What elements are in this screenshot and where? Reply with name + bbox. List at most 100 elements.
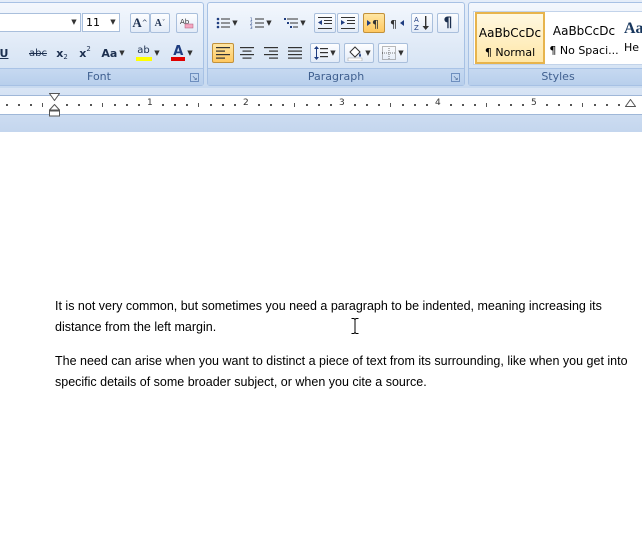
clear-formatting-button[interactable]: Ab [176, 13, 198, 33]
ruler-dot [258, 104, 260, 106]
align-right-button[interactable] [260, 43, 282, 63]
justify-button[interactable] [284, 43, 306, 63]
ruler-dot [366, 104, 368, 106]
paragraph-2[interactable]: The need can arise when you want to dist… [55, 351, 635, 393]
style-normal[interactable]: AaBbCcDc ¶ Normal [475, 12, 545, 64]
ruler-dot [558, 104, 560, 106]
borders-button[interactable]: ▼ [378, 43, 408, 63]
chevron-down-icon: ▼ [119, 49, 125, 57]
style-name: ¶ Normal [484, 46, 536, 59]
right-indent-marker-icon[interactable] [625, 99, 636, 107]
superscript-button[interactable]: x2 [75, 43, 95, 63]
align-center-button[interactable] [236, 43, 258, 63]
style-sample: AaBbCcDc [552, 24, 616, 38]
grow-font-button[interactable]: A ^ [130, 13, 150, 33]
horizontal-ruler: 1 2 3 4 5 [0, 88, 642, 132]
ruler-dot [330, 104, 332, 106]
styles-group-label: Styles [469, 68, 642, 85]
ruler-strip[interactable]: 1 2 3 4 5 [0, 95, 642, 115]
chevron-down-icon[interactable]: ▼ [68, 14, 80, 31]
increase-indent-button[interactable] [337, 13, 359, 33]
first-line-indent-marker-icon[interactable] [49, 93, 60, 101]
decrease-indent-button[interactable] [314, 13, 336, 33]
line-spacing-icon [314, 46, 329, 60]
subscript-button[interactable]: x2 [52, 43, 72, 63]
paragraph-dialog-launcher-icon[interactable]: ↘ [451, 73, 460, 82]
underline-icon: U [0, 46, 9, 60]
styles-group: AaBbCcDc ¶ Normal AaBbCcDc ¶ No Spaci...… [468, 2, 642, 86]
increase-indent-icon [341, 17, 355, 29]
ruler-number: 2 [243, 98, 249, 108]
ruler-dot [138, 104, 140, 106]
chevron-down-icon: ▼ [330, 49, 336, 57]
right-to-left-button[interactable]: ¶ [386, 13, 408, 33]
document-page[interactable]: It is not very common, but sometimes you… [0, 132, 642, 548]
ruler-dot [414, 104, 416, 106]
paragraph-group-label: Paragraph [208, 68, 464, 85]
ruler-dot [594, 104, 596, 106]
svg-text:Z: Z [414, 24, 419, 31]
font-dialog-launcher-icon[interactable]: ↘ [190, 73, 199, 82]
sort-az-icon: AZ [414, 16, 429, 31]
ruler-dot [270, 104, 272, 106]
highlight-button[interactable]: ab ▼ [133, 43, 163, 63]
text-cursor-icon [351, 318, 359, 334]
font-group-label: Font [0, 68, 203, 85]
shrink-font-icon: A [154, 17, 162, 29]
ruler-number: 4 [435, 98, 441, 108]
shrink-font-button[interactable]: Aˇ [150, 13, 170, 33]
paragraph-group: ▼ 1 2 3 ▼ ▼ ¶ ¶ AZ ¶ ▼ ▼ ▼ Paragraph ↘ [207, 2, 465, 86]
font-name-combo[interactable]: ▼ [0, 13, 81, 32]
hanging-indent-marker-icon[interactable] [49, 104, 60, 117]
ruler-dot [378, 104, 380, 106]
multilevel-list-button[interactable]: ▼ [280, 13, 310, 33]
underline-button[interactable]: U [0, 43, 11, 63]
ruler-tick [102, 103, 103, 107]
ruler-tick [294, 103, 295, 107]
ruler-dot [30, 104, 32, 106]
ruler-tick [390, 103, 391, 107]
borders-icon [382, 46, 397, 60]
font-size-combo[interactable]: 11 ▼ [82, 13, 120, 32]
font-color-button[interactable]: A ▼ [167, 43, 197, 63]
left-to-right-button[interactable]: ¶ [363, 13, 385, 33]
ruler-dot [546, 104, 548, 106]
strikethrough-button[interactable]: abc [27, 43, 49, 63]
ruler-number: 5 [531, 98, 537, 108]
paragraph-1[interactable]: It is not very common, but sometimes you… [55, 296, 635, 338]
bullets-button[interactable]: ▼ [212, 13, 242, 33]
right-to-left-icon: ¶ [390, 18, 404, 29]
style-no-spacing[interactable]: AaBbCcDc ¶ No Spaci... [549, 12, 619, 64]
superscript-icon: x [79, 46, 87, 60]
font-group: ▼ 11 ▼ A ^ Aˇ Ab U abc x2 x2 Aa ▼ ab ▼ A ▼ … [0, 2, 204, 86]
ruler-dot [510, 104, 512, 106]
ruler-tick [486, 103, 487, 107]
ruler-dot [114, 104, 116, 106]
style-heading[interactable]: Aa He [624, 12, 642, 64]
ruler-dot [618, 104, 620, 106]
strikethrough-icon: abc [29, 47, 47, 59]
ruler-dot [522, 104, 524, 106]
ruler-tick [582, 103, 583, 107]
ruler-dot [186, 104, 188, 106]
ruler-dot [354, 104, 356, 106]
chevron-down-icon: ▼ [300, 19, 306, 27]
chevron-down-icon: ▼ [154, 49, 160, 57]
change-case-button[interactable]: Aa ▼ [99, 43, 127, 63]
align-left-icon [216, 47, 230, 59]
chevron-down-icon: ▼ [232, 19, 238, 27]
style-name: ¶ No Spaci... [549, 44, 619, 57]
chevron-down-icon[interactable]: ▼ [107, 14, 119, 31]
numbering-button[interactable]: 1 2 3 ▼ [246, 13, 276, 33]
shading-button[interactable]: ▼ [344, 43, 374, 63]
show-formatting-marks-button[interactable]: ¶ [437, 13, 459, 33]
ruler-dot [78, 104, 80, 106]
ruler-dot [222, 104, 224, 106]
ruler-dot [6, 104, 8, 106]
sort-button[interactable]: AZ [411, 13, 433, 33]
numbered-list-icon: 123 [250, 17, 265, 29]
line-spacing-button[interactable]: ▼ [310, 43, 340, 63]
align-left-button[interactable] [212, 43, 234, 63]
svg-text:3: 3 [250, 25, 253, 29]
ruler-number: 3 [339, 98, 345, 108]
